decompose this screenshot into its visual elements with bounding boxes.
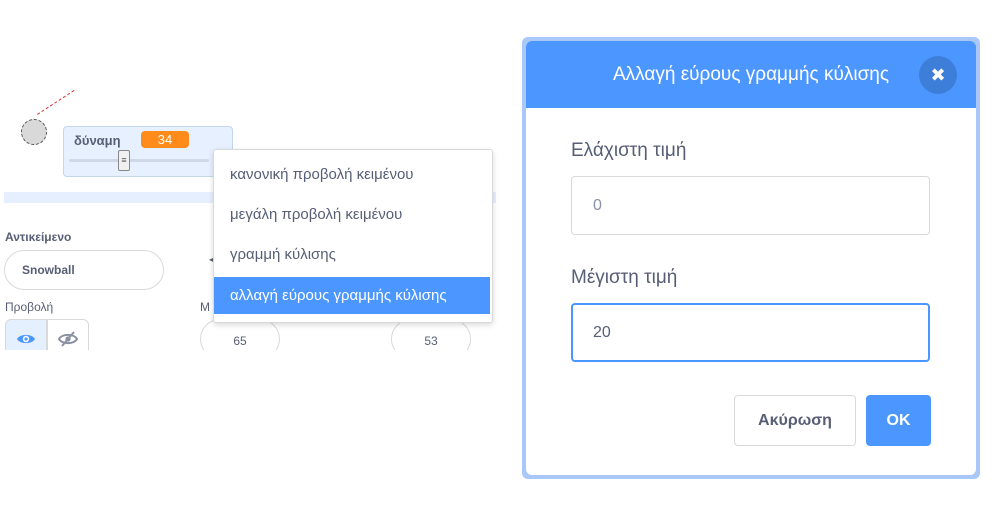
cancel-button[interactable]: Ακύρωση xyxy=(734,395,856,446)
monitor-name: δύναμη xyxy=(74,133,121,148)
ok-button[interactable]: OK xyxy=(866,395,931,446)
size-input[interactable]: 65 xyxy=(200,319,280,350)
dialog-title: Αλλαγή εύρους γραμμής κύλισης xyxy=(612,64,890,85)
eye-off-icon xyxy=(58,331,78,347)
eye-icon xyxy=(17,334,35,344)
close-icon[interactable]: ✖ xyxy=(919,56,957,94)
sprite-name-input[interactable]: Snowball xyxy=(4,250,164,290)
sprite-label: Αντικείμενο xyxy=(5,230,72,244)
hide-sprite-button[interactable] xyxy=(47,319,89,350)
slider-track[interactable] xyxy=(69,159,209,162)
dialog-header: Αλλαγή εύρους γραμμής κύλισης ✖ xyxy=(526,41,976,108)
context-menu: κανονική προβολή κειμένου μεγάλη προβολή… xyxy=(213,149,493,323)
menu-item-large-readout[interactable]: μεγάλη προβολή κειμένου xyxy=(214,196,490,233)
sprite-snowball[interactable] xyxy=(21,119,47,145)
monitor-value: 34 xyxy=(141,131,189,148)
slider-thumb-icon[interactable]: ≡ xyxy=(118,150,130,171)
slider-monitor[interactable]: δύναμη 34 ≡ xyxy=(63,126,233,177)
show-sprite-button[interactable] xyxy=(5,319,47,350)
direction-input[interactable]: 53 xyxy=(391,319,471,350)
menu-item-slider[interactable]: γραμμή κύλισης xyxy=(214,236,490,273)
min-value-label: Ελάχιστη τιμή xyxy=(571,140,687,161)
stage-area: δύναμη 34 ≡ Αντικείμενο Snowball ◂ Προβο… xyxy=(0,0,500,350)
min-value-input[interactable] xyxy=(571,176,930,235)
slider-range-dialog: Αλλαγή εύρους γραμμής κύλισης ✖ Ελάχιστη… xyxy=(526,41,976,475)
max-value-label: Μέγιστη τιμή xyxy=(571,267,678,288)
dialog-overlay: Αλλαγή εύρους γραμμής κύλισης ✖ Ελάχιστη… xyxy=(522,37,980,479)
menu-item-change-slider-range[interactable]: αλλαγή εύρους γραμμής κύλισης xyxy=(214,277,490,314)
size-label: Μ xyxy=(200,300,210,314)
menu-item-normal-readout[interactable]: κανονική προβολή κειμένου xyxy=(214,156,490,193)
max-value-input[interactable] xyxy=(571,303,930,362)
sprite-direction-line xyxy=(37,90,75,115)
show-label: Προβολή xyxy=(5,300,54,314)
